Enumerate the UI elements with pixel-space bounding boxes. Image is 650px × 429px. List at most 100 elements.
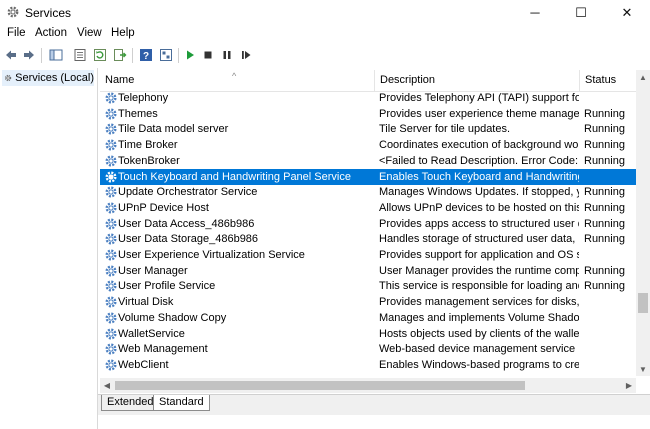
- column-header-status[interactable]: Status: [580, 70, 638, 91]
- service-status-cell: [584, 294, 634, 310]
- service-name-cell: UPnP Device Host: [118, 201, 209, 214]
- properties-icon[interactable]: [72, 47, 88, 63]
- service-name-cell: User Profile Service: [118, 280, 216, 293]
- service-gear-icon: [105, 359, 117, 371]
- column-header-description[interactable]: Description: [375, 70, 580, 91]
- table-row[interactable]: Telephony Provides Telephony API (TAPI) s…: [100, 90, 638, 106]
- horizontal-scrollbar[interactable]: ◀ ▶: [100, 378, 636, 393]
- service-status-cell: Running: [584, 201, 625, 214]
- menu-action[interactable]: Action: [35, 27, 67, 39]
- pause-service-icon[interactable]: [219, 47, 235, 63]
- service-status-cell: Running: [584, 139, 625, 152]
- tab-extended[interactable]: Extended: [101, 395, 160, 411]
- table-row[interactable]: Wi-Fi Direct Services Connection Manager…: [100, 373, 638, 376]
- back-icon[interactable]: [3, 47, 19, 63]
- service-name-cell: Tile Data model server: [118, 123, 229, 136]
- service-status-cell: Running: [584, 280, 625, 293]
- table-row[interactable]: WebClient Enables Windows-based programs …: [100, 357, 638, 373]
- table-row[interactable]: Update Orchestrator Service Manages Windo…: [100, 184, 638, 200]
- service-status-cell: [584, 169, 634, 185]
- menu-view[interactable]: View: [77, 27, 102, 39]
- service-gear-icon: [105, 233, 117, 245]
- service-status-cell: [584, 326, 634, 342]
- service-name-cell: User Experience Virtualization Service: [118, 249, 305, 261]
- table-row[interactable]: Tile Data model server Tile Server for ti…: [100, 121, 638, 137]
- service-gear-icon: [105, 170, 117, 183]
- service-description-cell: Tile Server for tile updates.: [379, 123, 511, 136]
- scroll-up-icon[interactable]: ▲: [636, 70, 650, 84]
- table-row[interactable]: Touch Keyboard and Handwriting Panel Ser…: [100, 168, 638, 185]
- view-tabs: Extended Standard: [98, 394, 650, 415]
- scroll-left-icon[interactable]: ◀: [100, 378, 114, 393]
- table-row[interactable]: Web Management Web-based device managemen…: [100, 341, 638, 357]
- service-status-cell: Running: [584, 107, 625, 120]
- help-icon[interactable]: ?: [138, 47, 154, 63]
- table-row[interactable]: User Profile Service This service is resp…: [100, 278, 638, 294]
- services-gear-icon: [7, 6, 19, 18]
- service-status-cell: [584, 341, 634, 357]
- menu-help[interactable]: Help: [111, 27, 135, 39]
- service-gear-icon: [105, 327, 117, 340]
- table-row[interactable]: User Data Access_486b986 Provides apps ac…: [100, 216, 638, 232]
- service-gear-icon: [105, 202, 117, 214]
- forward-icon[interactable]: [21, 47, 37, 63]
- mmc-view-icon[interactable]: [158, 47, 174, 63]
- horizontal-scroll-thumb[interactable]: [115, 381, 525, 390]
- vertical-scroll-thumb[interactable]: [638, 293, 648, 313]
- table-row[interactable]: TokenBroker <Failed to Read Description. …: [100, 153, 638, 169]
- service-gear-icon: [105, 296, 117, 308]
- service-description-cell: <Failed to Read Description. Error Code:…: [379, 154, 579, 167]
- service-gear-icon: [105, 218, 117, 230]
- table-row[interactable]: User Experience Virtualization Service Pr…: [100, 247, 638, 263]
- restart-service-icon[interactable]: [238, 47, 254, 63]
- stop-service-icon[interactable]: [200, 47, 216, 63]
- start-service-icon[interactable]: [182, 47, 198, 63]
- tree-node-services-local[interactable]: Services (Local): [2, 70, 94, 86]
- service-name-cell: Volume Shadow Copy: [118, 311, 227, 324]
- column-header-row: ^ Name Description Status: [100, 70, 638, 92]
- service-description-cell: Manages and implements Volume Shadow...: [379, 311, 579, 324]
- services-gear-icon: [4, 74, 12, 82]
- table-row[interactable]: Volume Shadow Copy Manages and implements…: [100, 310, 638, 326]
- service-description-cell: Provides Telephony API (TAPI) support fo…: [379, 92, 579, 104]
- service-gear-icon: [105, 186, 117, 198]
- service-status-cell: [584, 357, 634, 373]
- service-status-cell: [584, 310, 634, 326]
- service-gear-icon: [105, 343, 117, 355]
- service-description-cell: Enables Windows-based programs to creat.…: [379, 358, 579, 371]
- service-name-cell: Telephony: [118, 92, 169, 104]
- service-description-cell: Hosts objects used by clients of the wal…: [379, 327, 579, 340]
- service-status-cell: Running: [584, 154, 625, 167]
- maximize-button[interactable]: ☐: [558, 0, 604, 25]
- table-row[interactable]: User Data Storage_486b986 Handles storage…: [100, 231, 638, 247]
- services-list-pane: ^ Name Description Status Telephony Provi…: [98, 68, 650, 429]
- table-row[interactable]: Time Broker Coordinates execution of back…: [100, 137, 638, 153]
- table-row[interactable]: UPnP Device Host Allows UPnP devices to b…: [100, 200, 638, 216]
- export-list-icon[interactable]: [112, 47, 128, 63]
- scroll-down-icon[interactable]: ▼: [636, 362, 650, 376]
- service-gear-icon: [104, 374, 118, 375]
- service-name-cell: Update Orchestrator Service: [118, 186, 258, 199]
- window-title: Services: [25, 6, 72, 20]
- service-description-cell: User Manager provides the runtime comp..…: [379, 264, 579, 277]
- show-hide-console-tree-icon[interactable]: [48, 47, 64, 63]
- minimize-button[interactable]: ─: [512, 0, 558, 25]
- close-button[interactable]: ✕: [604, 0, 650, 25]
- refresh-icon[interactable]: [92, 47, 108, 63]
- vertical-scrollbar[interactable]: ▲ ▼: [636, 70, 650, 376]
- service-status-cell: Running: [584, 186, 625, 199]
- service-description-cell: Provides support for application and OS …: [379, 249, 579, 261]
- table-row[interactable]: WalletService Hosts objects used by clien…: [100, 326, 638, 342]
- service-status-cell: [584, 247, 634, 263]
- menu-file[interactable]: File: [7, 27, 26, 39]
- table-row[interactable]: User Manager User Manager provides the ru…: [100, 263, 638, 279]
- menu-bar: File Action View Help: [0, 25, 650, 43]
- scroll-right-icon[interactable]: ▶: [622, 378, 636, 393]
- column-header-name[interactable]: ^ Name: [100, 70, 375, 91]
- table-row[interactable]: Virtual Disk Provides management services…: [100, 294, 638, 310]
- service-gear-icon: [105, 92, 117, 104]
- tab-standard[interactable]: Standard: [153, 395, 210, 411]
- service-description-cell: Handles storage of structured user data,…: [379, 233, 579, 246]
- service-name-cell: WalletService: [118, 327, 185, 340]
- table-row[interactable]: Themes Provides user experience theme man…: [100, 106, 638, 122]
